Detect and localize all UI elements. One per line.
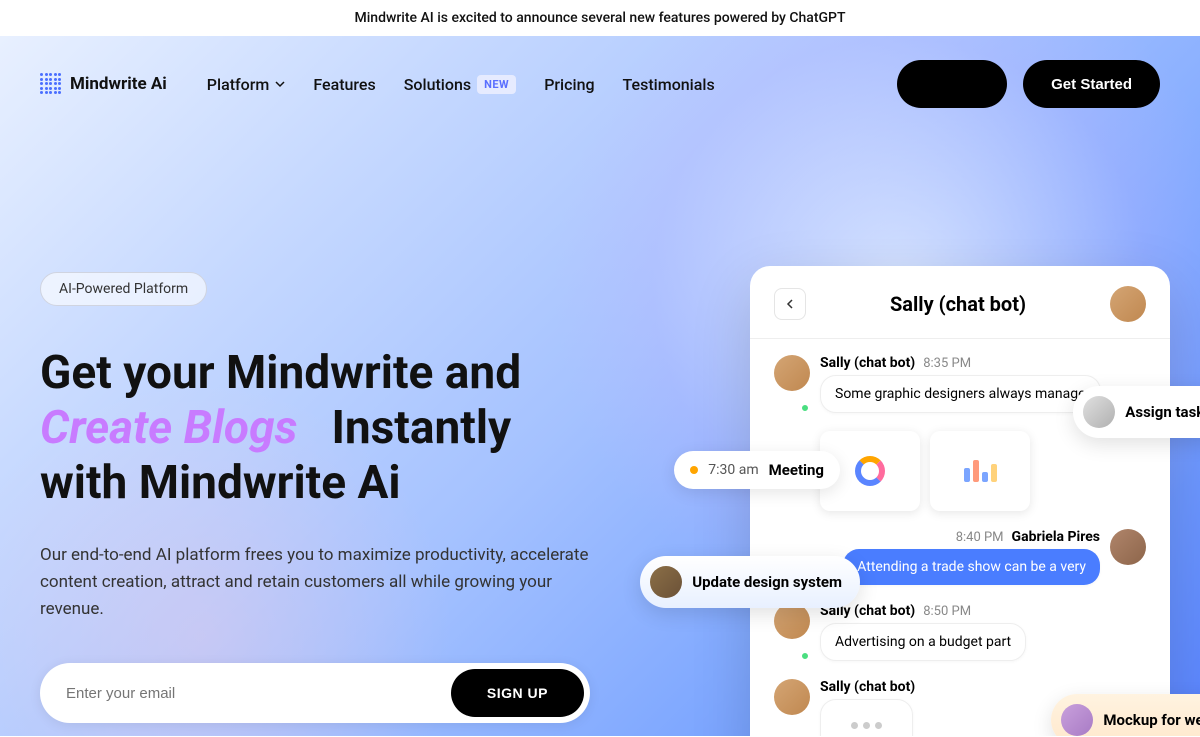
nav-features[interactable]: Features [313,75,375,94]
chip-label: Update design system [692,573,842,591]
chip-label: Mockup for web [1103,711,1200,729]
donut-chart-icon [855,456,885,486]
typing-indicator [820,699,913,736]
nav-actions: Get Started [897,60,1160,108]
nav-solutions-label: Solutions [404,75,471,94]
avatar [774,679,810,715]
nav-platform-label: Platform [207,75,270,94]
navbar: Mindwrite Ai Platform Features Solutions… [0,36,1200,132]
login-button[interactable] [897,60,1007,108]
avatar-wrap [774,679,810,736]
message-sender: Gabriela Pires [1012,529,1100,545]
avatar-wrap [774,355,810,413]
message-time: 8:50 PM [923,604,971,619]
message-bubble: Some graphic designers always manage [820,375,1101,413]
message-meta: 8:40 PM Gabriela Pires [774,529,1100,545]
logo[interactable]: Mindwrite Ai [40,73,167,95]
message-content: Sally (chat bot) 8:50 PM Advertising on … [820,603,1146,661]
avatar [774,355,810,391]
message-bubble: Advertising on a budget part [820,623,1026,661]
logo-text: Mindwrite Ai [70,74,167,94]
email-input[interactable] [46,671,451,716]
chip-label: Assign tasks [1125,403,1200,421]
nav-platform[interactable]: Platform [207,75,286,94]
chat-mockup: Sally (chat bot) Sally (chat bot) 8:35 P… [750,266,1170,736]
message-meta: Sally (chat bot) [820,679,1146,695]
typing-dots-icon [835,710,898,736]
avatar [774,603,810,639]
nav-testimonials[interactable]: Testimonials [623,75,715,94]
announcement-bar: Mindwrite AI is excited to announce seve… [0,0,1200,36]
chip-mockup-web: Mockup for web [1051,694,1200,736]
chevron-left-icon [785,299,795,309]
hero-line3: with Mindwrite Ai [40,456,401,510]
signup-button[interactable]: SIGN UP [451,669,584,717]
message-meta: Sally (chat bot) 8:50 PM [820,603,1146,619]
platform-pill: AI-Powered Platform [40,272,207,306]
nav-testimonials-label: Testimonials [623,75,715,94]
message-bubble: Attending a trade show can be a very [843,549,1100,585]
logo-icon [40,73,62,95]
meeting-time: 7:30 am [708,462,758,478]
message-sender: Sally (chat bot) [820,679,915,695]
chat-back-button[interactable] [774,288,806,320]
nav-pricing-label: Pricing [544,75,594,94]
avatar [1061,704,1093,736]
message-sender: Sally (chat bot) [820,355,915,371]
message-time: 8:40 PM [956,530,1004,545]
main-container: Mindwrite Ai Platform Features Solutions… [0,36,1200,736]
chat-header-avatar [1110,286,1146,322]
meeting-label: Meeting [769,461,824,479]
message-time: 8:35 PM [923,356,971,371]
get-started-button[interactable]: Get Started [1023,60,1160,108]
chat-message: Sally (chat bot) 8:50 PM Advertising on … [774,603,1146,661]
bar-chart-icon [964,460,997,482]
hero-left: AI-Powered Platform Get your Mindwrite a… [40,192,656,723]
hero-description: Our end-to-end AI platform frees you to … [40,542,600,624]
status-dot-icon [690,466,698,474]
online-indicator-icon [800,651,810,661]
avatar [1083,396,1115,428]
online-indicator-icon [800,403,810,413]
chip-assign-tasks: Assign tasks [1073,386,1200,438]
hero-animated-text: Create Blogs [40,401,320,456]
chip-meeting: 7:30 am Meeting [674,451,840,489]
nav-pricing[interactable]: Pricing [544,75,594,94]
mini-cards-row [820,431,1146,511]
chat-title: Sally (chat bot) [806,292,1110,316]
message-meta: Sally (chat bot) 8:35 PM [820,355,1146,371]
avatar-wrap [774,603,810,661]
nav-features-label: Features [313,75,375,94]
avatar [1110,529,1146,565]
new-badge: NEW [477,75,516,94]
nav-solutions[interactable]: Solutions NEW [404,75,516,94]
hero-line2-suffix: Instantly [331,401,511,455]
mini-card-bars [930,431,1030,511]
avatar [650,566,682,598]
signup-form: SIGN UP [40,663,590,723]
nav-links: Platform Features Solutions NEW Pricing … [207,75,715,94]
hero-line1: Get your Mindwrite and [40,346,521,400]
chat-header: Sally (chat bot) [750,286,1170,339]
announcement-text: Mindwrite AI is excited to announce seve… [354,10,845,26]
chevron-down-icon [275,79,285,89]
chip-update-design: Update design system [640,556,860,608]
hero-title: Get your Mindwrite and Create Blogs Inst… [40,346,656,512]
